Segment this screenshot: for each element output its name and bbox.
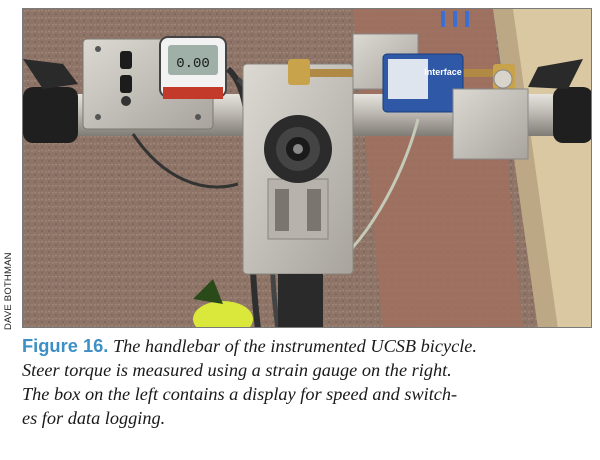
display-readout: 0.00 [176,56,210,72]
switch-1 [120,51,132,69]
right-grip [553,87,591,143]
figure-caption: Figure 16. The handlebar of the instrume… [22,334,588,430]
sensor-brand-label: Interface [424,67,462,77]
switch-2 [120,75,132,93]
figure-photo: 0.00 Interface [22,8,592,328]
photo-credit-text: DAVE BOTHMAN [3,252,14,330]
figure-label: Figure 16. [22,335,109,356]
caption-line-3: The box on the left contains a display f… [22,384,458,404]
nut-left [288,59,310,85]
caption-line-1: The handlebar of the instrumented UCSB b… [112,336,477,356]
caption-line-2: Steer torque is measured using a strain … [22,360,452,380]
caption-line-4: es for data logging. [22,408,166,428]
left-grip [23,87,78,143]
fork-crown [278,274,323,327]
handlebar-photo-illustration: 0.00 Interface [23,9,591,327]
photo-credit: DAVE BOTHMAN [0,252,16,460]
right-mount-block [452,88,529,160]
